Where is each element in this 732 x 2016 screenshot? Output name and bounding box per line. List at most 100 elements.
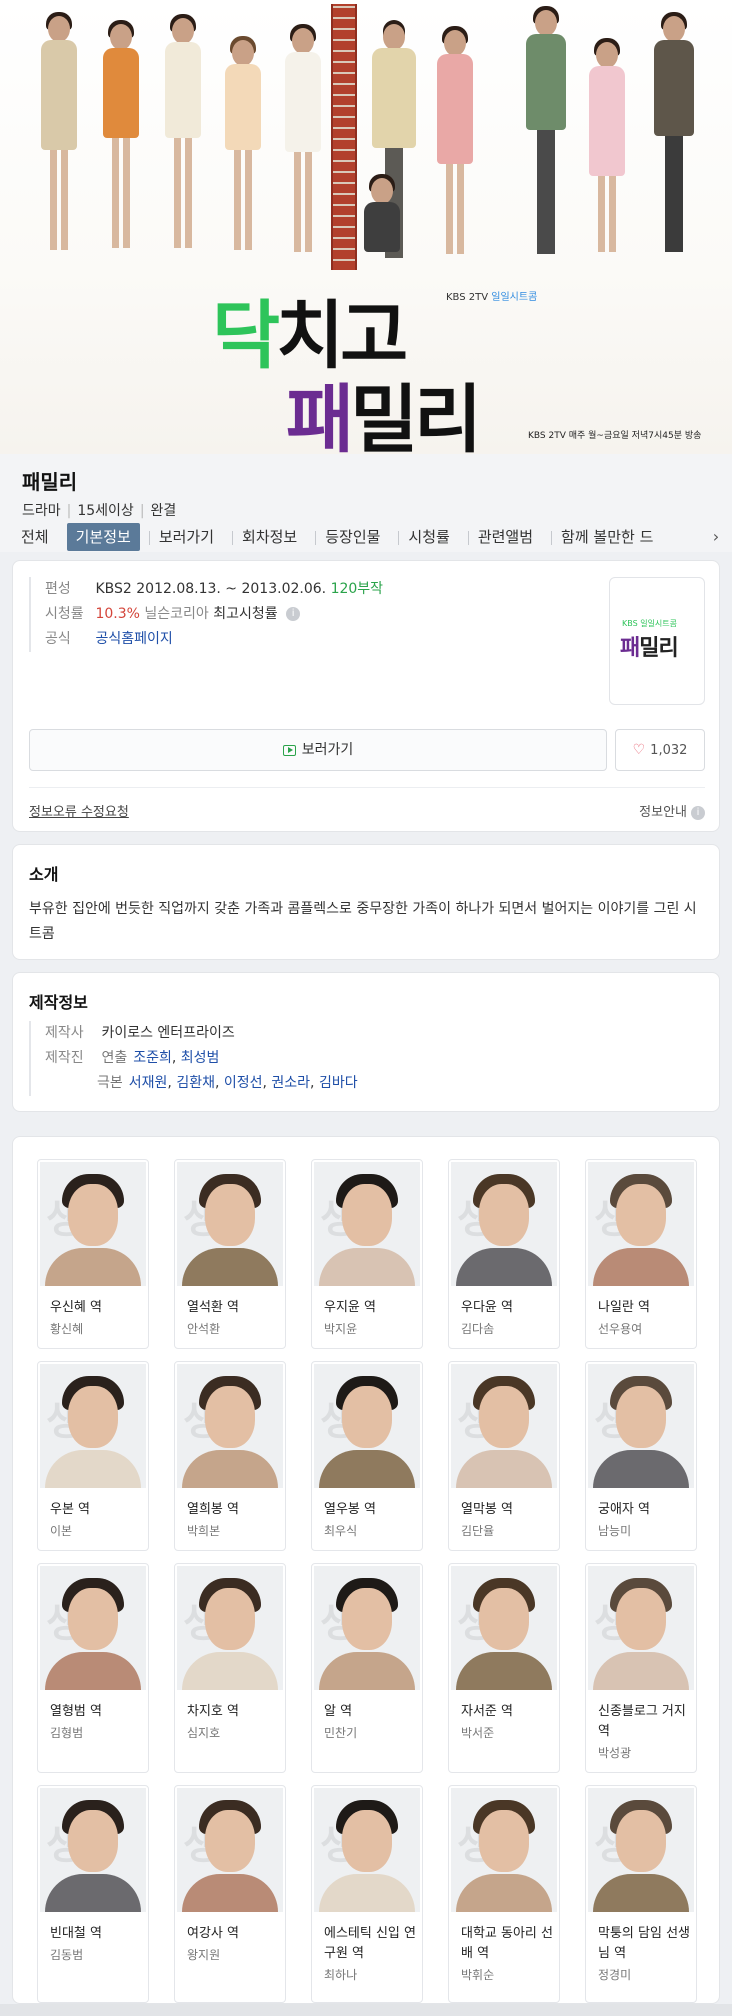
cast-item[interactable]: 생가차지호 역심지호 [174,1563,286,1773]
cast-actor[interactable]: 정경미 [598,1966,631,1983]
cast-role[interactable]: 빈대철 역 [50,1924,144,1944]
cast-photo[interactable]: 생가 [314,1566,420,1690]
cast-role[interactable]: 우본 역 [50,1500,144,1520]
cast-actor[interactable]: 박서준 [461,1724,494,1741]
cast-actor[interactable]: 박휘순 [461,1966,494,1983]
cast-actor[interactable]: 황신혜 [50,1320,83,1337]
cast-item[interactable]: 생가알 역민찬기 [311,1563,423,1773]
writer-link[interactable]: 서재원 [129,1075,168,1091]
report-error-link[interactable]: 정보오류 수정요청 [29,801,129,820]
cast-role[interactable]: 열형범 역 [50,1702,144,1722]
cast-item[interactable]: 생가에스테틱 신입 연구원 역최하나 [311,1785,423,2003]
cast-role[interactable]: 나일란 역 [598,1298,692,1318]
tab-recommended[interactable]: 함께 볼만한 드 [561,523,662,551]
cast-photo[interactable]: 생가 [40,1162,146,1286]
cast-actor[interactable]: 남능미 [598,1522,631,1539]
cast-item[interactable]: 생가열형범 역김형범 [37,1563,149,1773]
cast-role[interactable]: 차지호 역 [187,1702,281,1722]
director-link[interactable]: 최성범 [181,1050,220,1066]
cast-role[interactable]: 열희봉 역 [187,1500,281,1520]
cast-actor[interactable]: 최우식 [324,1522,357,1539]
cast-actor[interactable]: 박성광 [598,1744,631,1761]
cast-item[interactable]: 생가우다윤 역김다솜 [448,1159,560,1349]
poster-thumbnail[interactable]: KBS 일일시트콤 패밀리 [609,577,705,705]
cast-photo[interactable]: 생가 [314,1788,420,1912]
cast-item[interactable]: 생가나일란 역선우용여 [585,1159,697,1349]
cast-role[interactable]: 열석환 역 [187,1298,281,1318]
cast-photo[interactable]: 생가 [314,1364,420,1488]
cast-photo[interactable]: 생가 [451,1364,557,1488]
cast-role[interactable]: 열막봉 역 [461,1500,555,1520]
cast-actor[interactable]: 최하나 [324,1966,357,1983]
cast-photo[interactable]: 생가 [588,1364,694,1488]
cast-item[interactable]: 생가우신혜 역황신혜 [37,1159,149,1349]
tab-all[interactable]: 전체 [12,523,58,551]
cast-item[interactable]: 생가궁애자 역남능미 [585,1361,697,1551]
cast-actor[interactable]: 김단율 [461,1522,494,1539]
cast-photo[interactable]: 생가 [177,1162,283,1286]
cast-photo[interactable]: 생가 [451,1162,557,1286]
cast-role[interactable]: 우다윤 역 [461,1298,555,1318]
cast-role[interactable]: 자서준 역 [461,1702,555,1722]
cast-actor[interactable]: 왕지원 [187,1946,220,1963]
cast-role[interactable]: 신종블로그 거지 역 [598,1702,692,1742]
writer-link[interactable]: 이정선 [224,1075,263,1091]
cast-item[interactable]: 생가우지윤 역박지윤 [311,1159,423,1349]
cast-item[interactable]: 생가우본 역이본 [37,1361,149,1551]
chevron-right-icon[interactable]: › [708,523,724,551]
cast-actor[interactable]: 민찬기 [324,1724,357,1741]
cast-photo[interactable]: 생가 [314,1162,420,1286]
cast-actor[interactable]: 김동범 [50,1946,83,1963]
cast-actor[interactable]: 김다솜 [461,1320,494,1337]
cast-item[interactable]: 생가열우봉 역최우식 [311,1361,423,1551]
cast-role[interactable]: 우지윤 역 [324,1298,418,1318]
cast-role[interactable]: 에스테틱 신입 연구원 역 [324,1924,418,1964]
cast-photo[interactable]: 생가 [451,1788,557,1912]
cast-role[interactable]: 알 역 [324,1702,418,1722]
cast-item[interactable]: 생가대학교 동아리 선배 역박휘순 [448,1785,560,2003]
cast-photo[interactable]: 생가 [588,1788,694,1912]
cast-actor[interactable]: 선우용여 [598,1320,642,1337]
info-icon[interactable]: i [286,607,301,621]
cast-actor[interactable]: 이본 [50,1522,72,1539]
tab-watch[interactable]: 보러가기 [159,523,223,551]
info-guide-link[interactable]: 정보안내 i [639,801,705,820]
tab-albums[interactable]: 관련앨범 [478,523,542,551]
tab-basic-info[interactable]: 기본정보 [66,523,140,551]
cast-role[interactable]: 막퉁의 담임 선생님 역 [598,1924,692,1964]
cast-item[interactable]: 생가자서준 역박서준 [448,1563,560,1773]
cast-item[interactable]: 생가막퉁의 담임 선생님 역정경미 [585,1785,697,2003]
cast-role[interactable]: 대학교 동아리 선배 역 [461,1924,555,1964]
cast-item[interactable]: 생가여강사 역왕지원 [174,1785,286,2003]
cast-photo[interactable]: 생가 [40,1364,146,1488]
tab-characters[interactable]: 등장인물 [325,523,389,551]
cast-photo[interactable]: 생가 [177,1364,283,1488]
cast-photo[interactable]: 생가 [588,1566,694,1690]
cast-actor[interactable]: 박지윤 [324,1320,357,1337]
cast-photo[interactable]: 생가 [177,1788,283,1912]
cast-photo[interactable]: 생가 [40,1788,146,1912]
like-button[interactable]: ♡ 1,032 [615,729,705,771]
cast-photo[interactable]: 생가 [588,1162,694,1286]
cast-actor[interactable]: 안석환 [187,1320,220,1337]
cast-item[interactable]: 생가열석환 역안석환 [174,1159,286,1349]
director-link[interactable]: 조준희 [133,1050,172,1066]
official-homepage-link[interactable]: 공식홈페이지 [95,631,172,647]
cast-photo[interactable]: 생가 [451,1566,557,1690]
cast-role[interactable]: 우신혜 역 [50,1298,144,1318]
cast-actor[interactable]: 심지호 [187,1724,220,1741]
cast-actor[interactable]: 박희본 [187,1522,220,1539]
watch-button[interactable]: 보러가기 [29,729,607,771]
tab-episodes[interactable]: 회차정보 [242,523,306,551]
cast-photo[interactable]: 생가 [177,1566,283,1690]
cast-item[interactable]: 생가빈대철 역김동범 [37,1785,149,2003]
cast-role[interactable]: 열우봉 역 [324,1500,418,1520]
cast-actor[interactable]: 김형범 [50,1724,83,1741]
tab-ratings[interactable]: 시청률 [408,523,458,551]
cast-photo[interactable]: 생가 [40,1566,146,1690]
cast-role[interactable]: 궁애자 역 [598,1500,692,1520]
cast-item[interactable]: 생가열희봉 역박희본 [174,1361,286,1551]
meta-genre[interactable]: 드라마 [22,503,61,519]
cast-role[interactable]: 여강사 역 [187,1924,281,1944]
writer-link[interactable]: 김바다 [319,1075,358,1091]
